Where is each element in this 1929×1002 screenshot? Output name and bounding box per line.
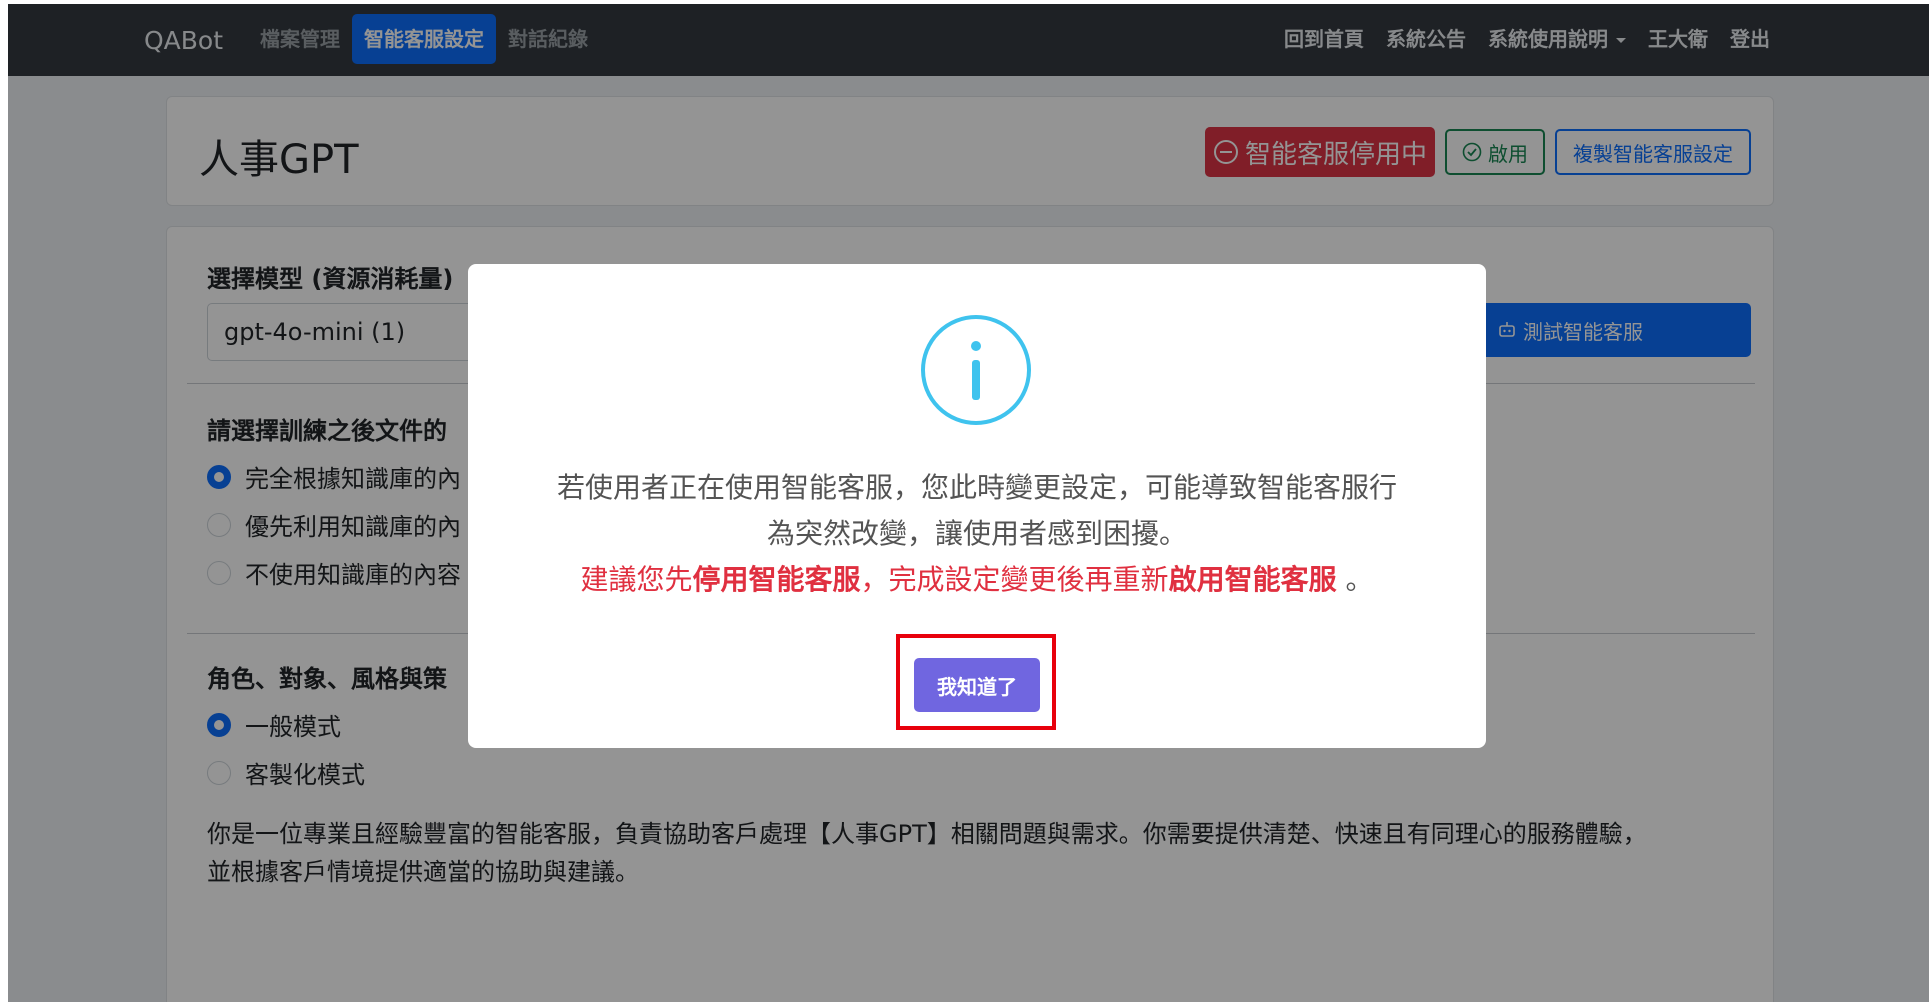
highlight-box: 我知道了 bbox=[896, 634, 1056, 730]
suggestion-end: 。 bbox=[1336, 563, 1374, 596]
info-modal: 若使用者正在使用智能客服，您此時變更設定，可能導致智能客服行 為突然改變，讓使用… bbox=[468, 264, 1486, 748]
modal-suggestion: 建議您先停用智能客服，完成設定變更後再重新啟用智能客服 bbox=[581, 563, 1337, 596]
modal-message-line-3: 建議您先停用智能客服，完成設定變更後再重新啟用智能客服 。 bbox=[468, 558, 1486, 598]
info-icon bbox=[921, 315, 1031, 425]
modal-message-line-2: 為突然改變，讓使用者感到困擾。 bbox=[766, 517, 1187, 550]
app-window: QABot 檔案管理 智能客服設定 對話紀錄 回到首頁 系統公告 系統使用說明 … bbox=[8, 4, 1929, 1002]
suggestion-part: ，完成設定變更後再重新 bbox=[860, 563, 1169, 596]
suggestion-part: 建議您先 bbox=[580, 563, 693, 596]
acknowledge-button[interactable]: 我知道了 bbox=[914, 658, 1040, 712]
suggestion-emphasis: 啟用智能客服 bbox=[1168, 563, 1337, 596]
suggestion-emphasis: 停用智能客服 bbox=[692, 563, 861, 596]
modal-message-line-1: 若使用者正在使用智能客服，您此時變更設定，可能導致智能客服行 bbox=[556, 471, 1397, 504]
